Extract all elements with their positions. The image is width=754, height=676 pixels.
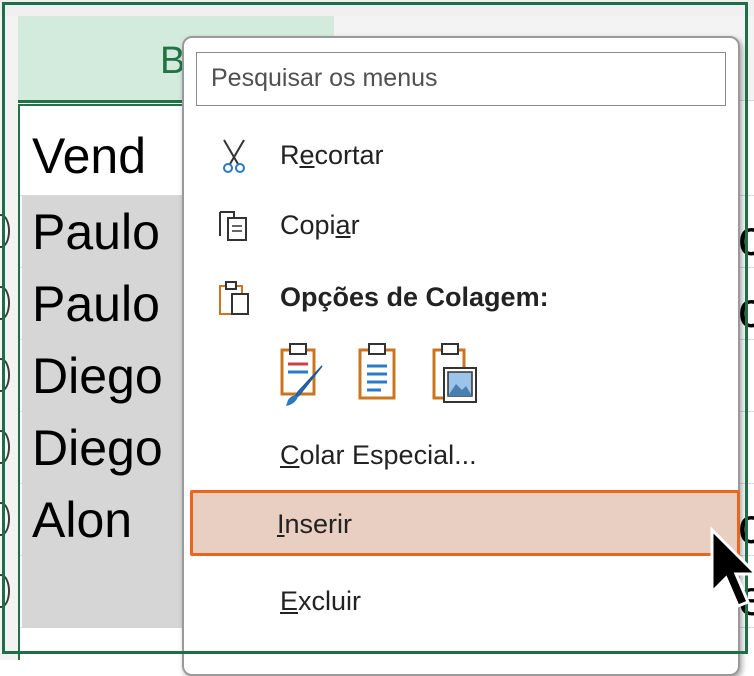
paste-options-group (278, 342, 498, 412)
mouse-pointer-icon (710, 526, 754, 608)
menu-item-insert[interactable]: Inserir (190, 490, 740, 556)
menu-item-cut[interactable]: Recortar (192, 126, 732, 186)
clipboard-icon (219, 281, 249, 315)
menu-section-paste-options: Opções de Colagem: (192, 268, 732, 328)
scissors-icon (223, 139, 245, 173)
menu-item-label: Recortar (280, 140, 384, 170)
paste-formatting-icon[interactable] (278, 342, 328, 408)
menu-item-label: Inserir (277, 509, 353, 539)
menu-item-label: Excluir (280, 586, 362, 616)
cell-text-fragment: c (738, 282, 754, 338)
copy-icon (219, 211, 247, 241)
paste-values-icon[interactable] (354, 342, 404, 408)
menu-item-copy[interactable]: Copiar (192, 196, 732, 256)
menu-item-label: Copiar (280, 210, 360, 240)
menu-section-label: Opções de Colagem: (280, 282, 549, 312)
menu-item-delete[interactable]: Excluir (192, 572, 732, 632)
cell-text-fragment: c (738, 210, 754, 266)
search-menus-input[interactable]: Pesquisar os menus (196, 52, 726, 106)
menu-item-paste-special[interactable]: Colar Especial... (192, 426, 732, 486)
menu-item-label: Colar Especial... (280, 440, 477, 470)
selected-column-border (18, 104, 188, 660)
context-menu: Pesquisar os menus Recortar Copiar Opçõe… (182, 36, 740, 676)
formula-bar-strip (0, 0, 754, 16)
paste-picture-icon[interactable] (430, 342, 480, 408)
